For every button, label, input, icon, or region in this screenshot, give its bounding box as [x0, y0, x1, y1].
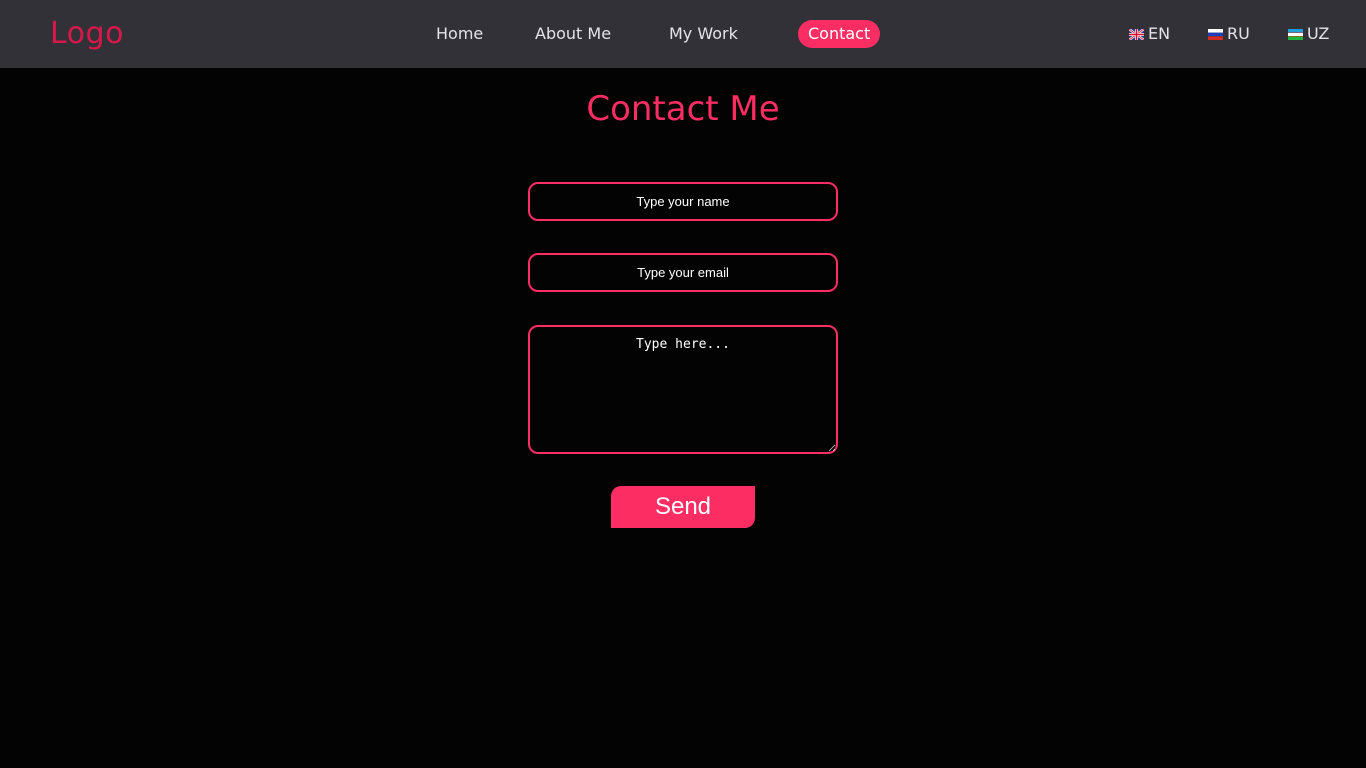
name-input[interactable]: [528, 182, 838, 221]
language-label: EN: [1148, 24, 1171, 43]
language-uz[interactable]: UZ: [1288, 20, 1329, 48]
nav-contact[interactable]: Contact: [798, 20, 881, 48]
navbar: Logo Home About Me My Work Contact EN RU…: [0, 0, 1366, 68]
uk-flag-icon: [1129, 28, 1144, 40]
email-input[interactable]: [528, 253, 838, 292]
message-textarea[interactable]: [528, 325, 838, 454]
nav-home[interactable]: Home: [436, 20, 483, 48]
language-label: UZ: [1307, 24, 1330, 43]
language-ru[interactable]: RU: [1208, 20, 1250, 48]
language-en[interactable]: EN: [1129, 20, 1170, 48]
russia-flag-icon: [1208, 28, 1223, 40]
nav-my-work[interactable]: My Work: [669, 20, 738, 48]
uzbekistan-flag-icon: [1288, 28, 1303, 40]
send-button[interactable]: Send: [611, 486, 755, 528]
language-label: RU: [1227, 24, 1250, 43]
nav-about-me[interactable]: About Me: [535, 20, 611, 48]
page-title: Contact Me: [586, 89, 780, 129]
